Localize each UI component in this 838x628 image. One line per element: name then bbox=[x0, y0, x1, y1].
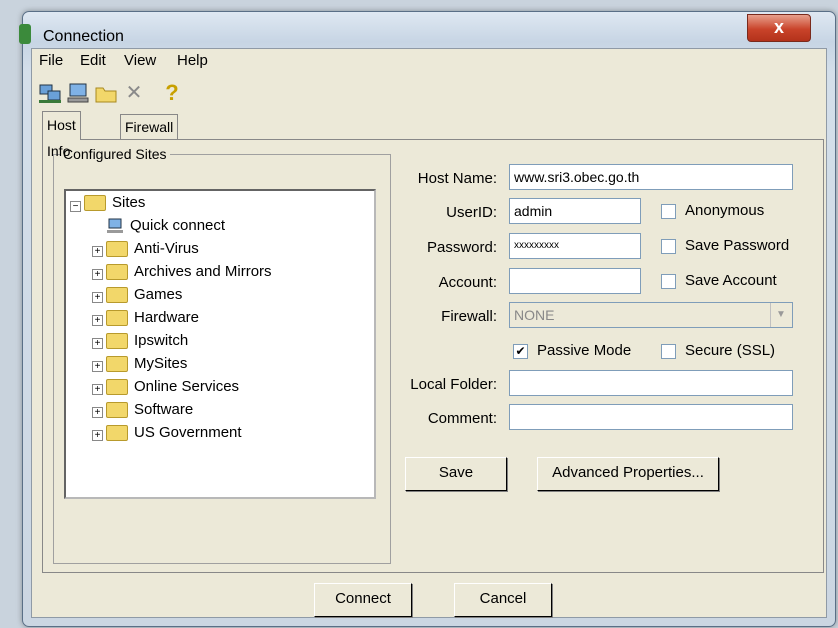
tab-firewall[interactable]: Firewall bbox=[120, 114, 179, 139]
toolbar: ✕ ? bbox=[32, 75, 826, 109]
menu-file[interactable]: File bbox=[39, 52, 63, 69]
host-name-input[interactable]: www.sri3.obec.go.th bbox=[509, 164, 793, 190]
folder-icon bbox=[106, 379, 128, 396]
secure-ssl-label: Secure (SSL) bbox=[685, 342, 776, 359]
app-icon bbox=[19, 24, 31, 44]
userid-label: UserID: bbox=[446, 204, 497, 221]
expand-icon[interactable]: + bbox=[92, 361, 103, 372]
folder-icon bbox=[106, 402, 128, 419]
cancel-button[interactable]: Cancel bbox=[454, 583, 552, 617]
comment-input[interactable] bbox=[509, 404, 793, 430]
secure-ssl-checkbox[interactable] bbox=[661, 344, 676, 359]
expand-icon[interactable]: + bbox=[92, 384, 103, 395]
tree-node[interactable]: Ipswitch bbox=[106, 332, 189, 350]
folder-icon bbox=[106, 333, 128, 350]
tab-host-info[interactable]: Host Info bbox=[42, 111, 81, 159]
tree-node[interactable]: Archives and Mirrors bbox=[106, 263, 272, 281]
folder-icon bbox=[106, 310, 128, 327]
account-label: Account: bbox=[438, 274, 497, 291]
save-password-label: Save Password bbox=[685, 237, 790, 254]
close-button[interactable]: x bbox=[747, 14, 811, 42]
local-folder-label: Local Folder: bbox=[410, 376, 497, 393]
tree-node[interactable]: Online Services bbox=[106, 378, 240, 396]
save-account-label: Save Account bbox=[685, 272, 777, 289]
save-password-checkbox[interactable] bbox=[661, 239, 676, 254]
expand-icon[interactable]: + bbox=[92, 338, 103, 349]
help-icon[interactable]: ? bbox=[158, 79, 186, 107]
expand-icon[interactable]: + bbox=[92, 315, 103, 326]
menu-edit[interactable]: Edit bbox=[80, 52, 106, 69]
tree-node[interactable]: Software bbox=[106, 401, 194, 419]
configured-sites-group: Configured Sites − Sites Quick connect +… bbox=[53, 146, 391, 564]
tree-node-label: Online Services bbox=[134, 378, 240, 395]
tree-node-label: Anti-Virus bbox=[134, 240, 199, 257]
computer-icon bbox=[107, 218, 123, 234]
connection-window: Connection x File Edit View Help ✕ ? Hos… bbox=[19, 11, 836, 627]
advanced-properties-button[interactable]: Advanced Properties... bbox=[537, 457, 719, 491]
tree-node-label: Software bbox=[134, 401, 194, 418]
firewall-value: NONE bbox=[514, 307, 555, 323]
expand-icon[interactable]: + bbox=[92, 292, 103, 303]
group-label: Configured Sites bbox=[60, 146, 170, 162]
tree-node-label: Hardware bbox=[134, 309, 200, 326]
expand-icon[interactable]: + bbox=[92, 407, 103, 418]
tree-node-label: MySites bbox=[134, 355, 188, 372]
folder-icon bbox=[106, 241, 128, 258]
host-name-label: Host Name: bbox=[417, 170, 497, 187]
tree-node-label: US Government bbox=[134, 424, 242, 441]
expand-icon[interactable]: + bbox=[92, 246, 103, 257]
window-title: Connection bbox=[43, 28, 124, 45]
tree-node-label: Archives and Mirrors bbox=[134, 263, 272, 280]
anonymous-checkbox[interactable] bbox=[661, 204, 676, 219]
folder-icon bbox=[106, 287, 128, 304]
folder-icon bbox=[106, 356, 128, 373]
tree-node-label: Games bbox=[134, 286, 183, 303]
tree-node[interactable]: Hardware bbox=[106, 309, 200, 327]
chevron-down-icon[interactable]: ▼ bbox=[770, 303, 791, 327]
comment-label: Comment: bbox=[427, 410, 497, 427]
passive-mode-label: Passive Mode bbox=[537, 342, 632, 359]
save-account-checkbox[interactable] bbox=[661, 274, 676, 289]
password-input[interactable]: xxxxxxxxx bbox=[509, 233, 641, 259]
menu-bar: File Edit View Help bbox=[32, 49, 826, 73]
connect-icon[interactable] bbox=[36, 79, 64, 107]
anonymous-label: Anonymous bbox=[685, 202, 765, 219]
local-folder-input[interactable] bbox=[509, 370, 793, 396]
tree-node-label: Ipswitch bbox=[134, 332, 189, 349]
menu-view[interactable]: View bbox=[124, 52, 156, 69]
tree-node-quick-connect[interactable]: Quick connect bbox=[106, 217, 225, 234]
tree-node[interactable]: MySites bbox=[106, 355, 188, 373]
sites-tree[interactable]: − Sites Quick connect + Anti-Virus + Archiv… bbox=[64, 189, 376, 499]
tree-node-label: Quick connect bbox=[130, 217, 226, 234]
tree-node-sites[interactable]: Sites bbox=[84, 194, 146, 212]
folder-icon bbox=[106, 425, 128, 442]
tree-node-label: Sites bbox=[112, 194, 146, 211]
computer-icon[interactable] bbox=[64, 79, 92, 107]
firewall-select[interactable]: NONE ▼ bbox=[509, 302, 793, 328]
tree-node[interactable]: Anti-Virus bbox=[106, 240, 199, 258]
expand-icon[interactable]: + bbox=[92, 430, 103, 441]
tree-node[interactable]: Games bbox=[106, 286, 183, 304]
folder-icon[interactable] bbox=[92, 79, 120, 107]
passive-mode-checkbox[interactable]: ✔ bbox=[513, 344, 528, 359]
userid-input[interactable]: admin bbox=[509, 198, 641, 224]
collapse-icon[interactable]: − bbox=[70, 201, 81, 212]
firewall-label: Firewall: bbox=[441, 308, 497, 325]
account-input[interactable] bbox=[509, 268, 641, 294]
expand-icon[interactable]: + bbox=[92, 269, 103, 280]
connect-button[interactable]: Connect bbox=[314, 583, 412, 617]
client-area: File Edit View Help ✕ ? Host Info Firewa… bbox=[31, 48, 827, 618]
save-button[interactable]: Save bbox=[405, 457, 507, 491]
host-info-panel: Configured Sites − Sites Quick connect +… bbox=[42, 139, 824, 573]
folder-icon bbox=[84, 195, 106, 212]
menu-help[interactable]: Help bbox=[177, 52, 208, 69]
tree-node[interactable]: US Government bbox=[106, 424, 242, 442]
folder-icon bbox=[106, 264, 128, 281]
password-label: Password: bbox=[426, 239, 497, 256]
delete-icon[interactable]: ✕ bbox=[120, 79, 148, 107]
